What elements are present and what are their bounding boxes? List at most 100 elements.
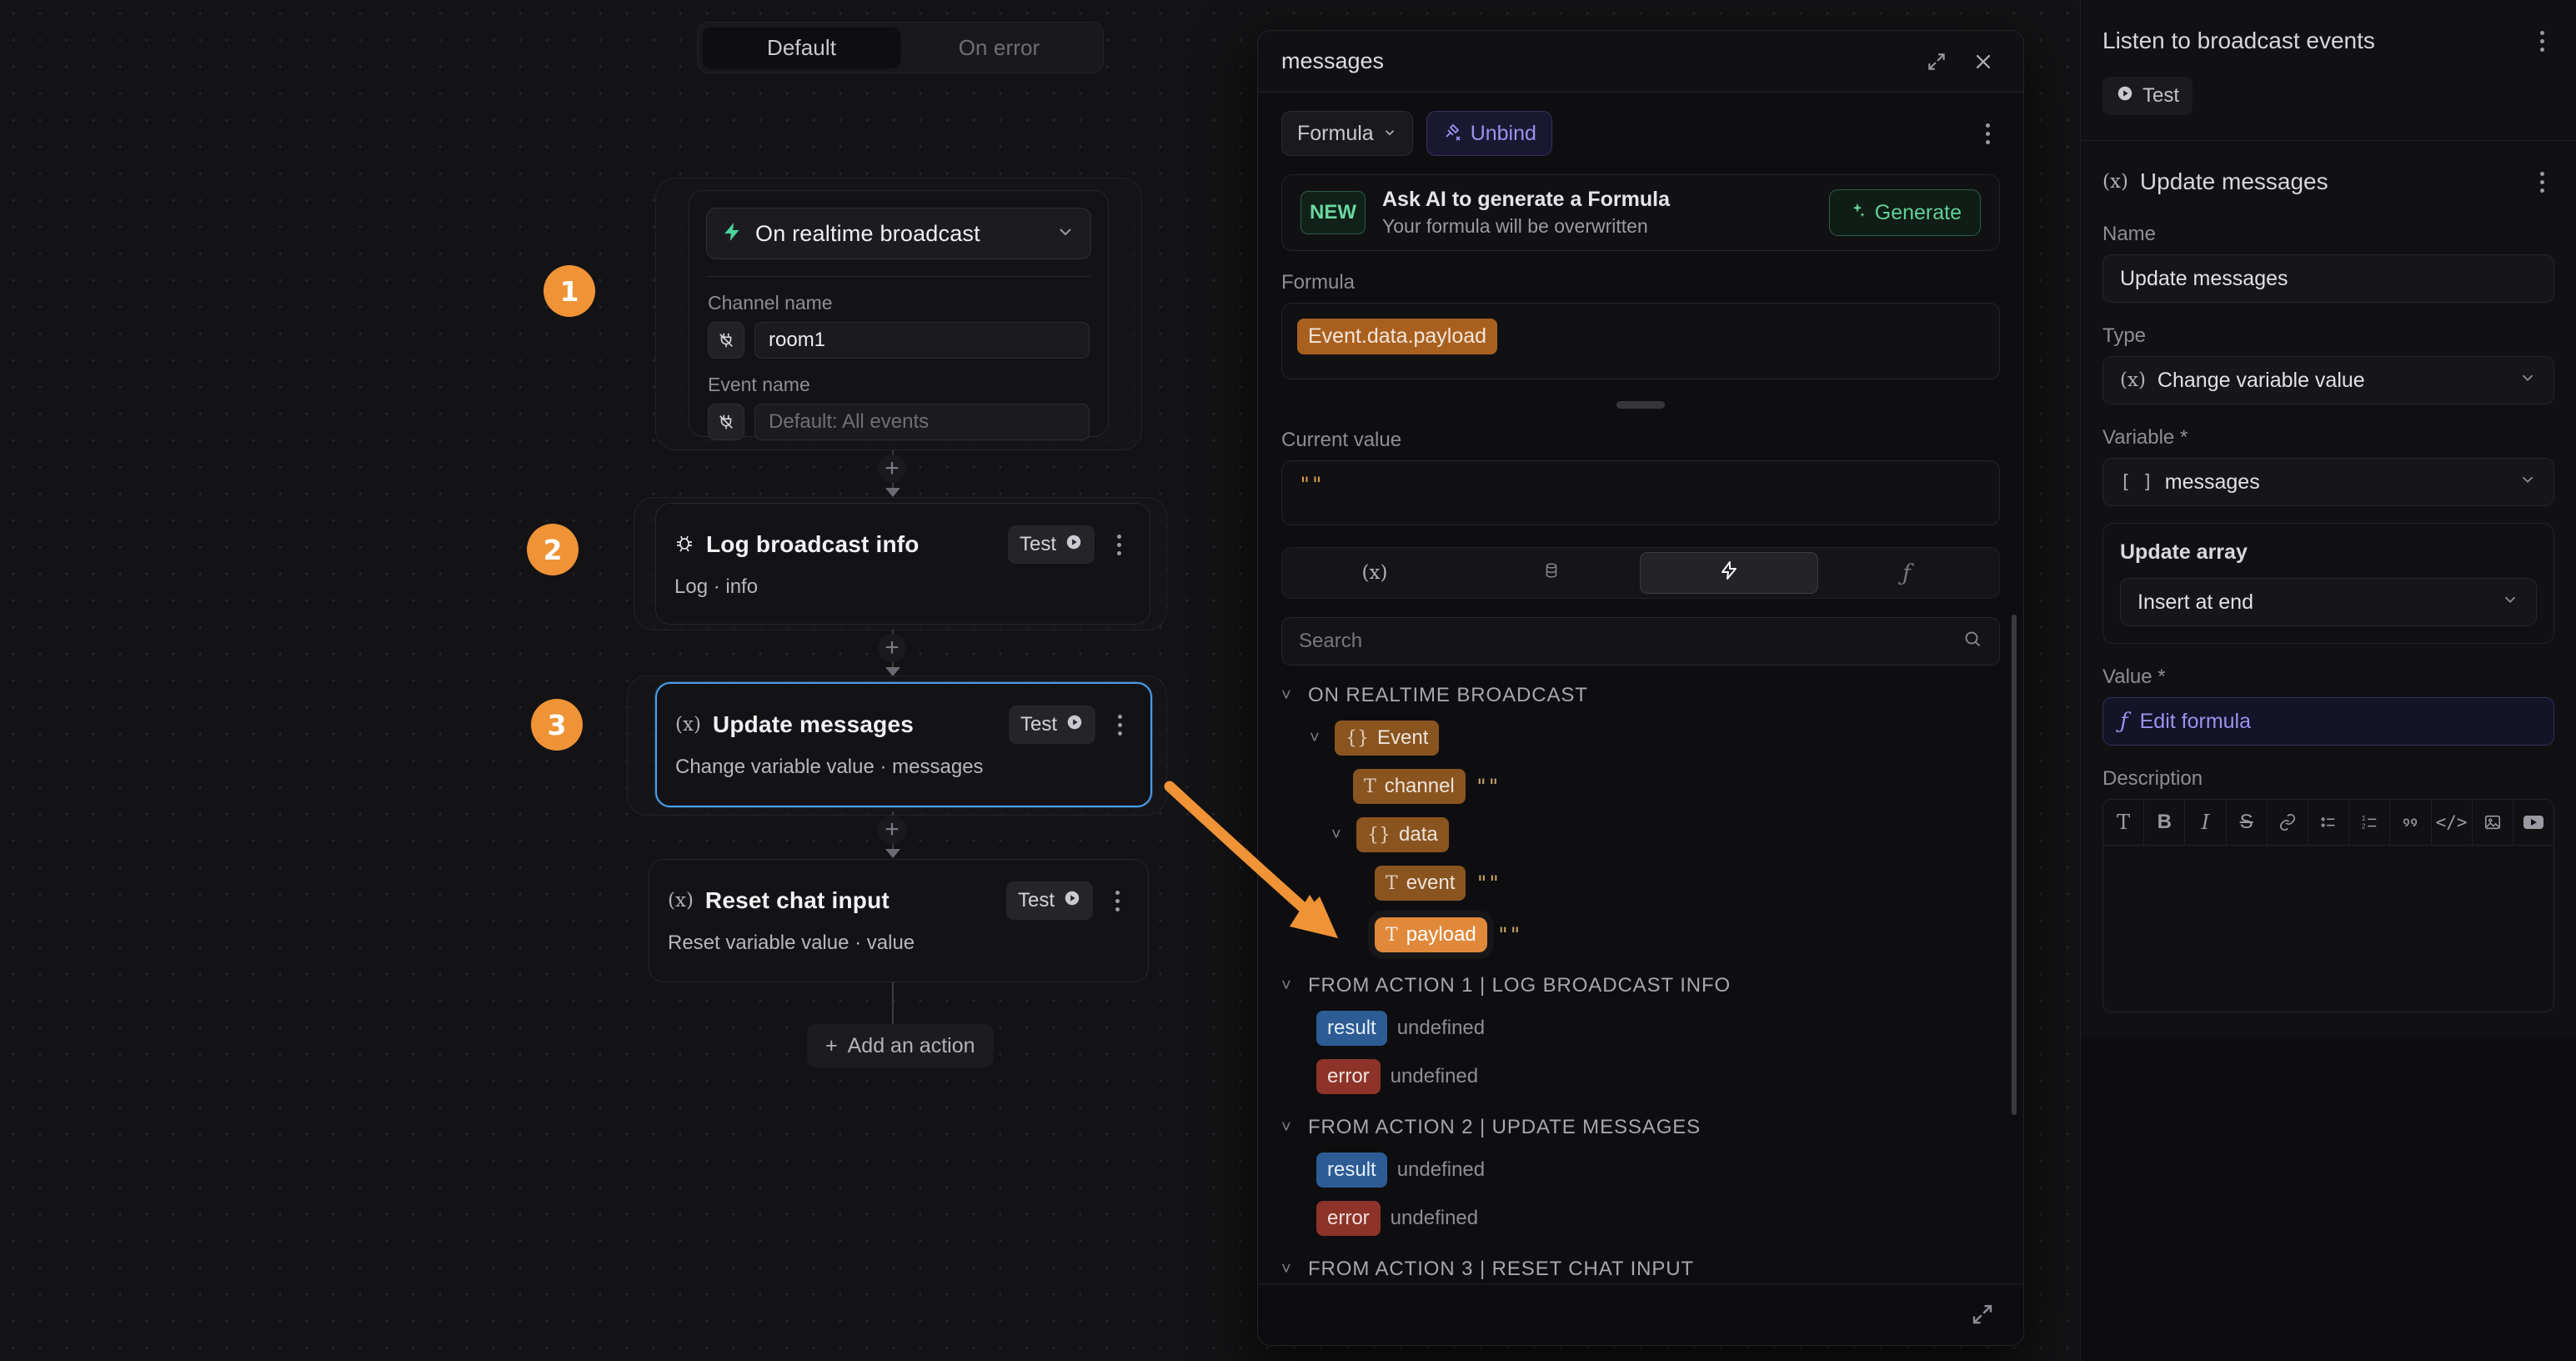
italic-icon[interactable]: I xyxy=(2185,800,2226,845)
trigger-type-select[interactable]: On realtime broadcast xyxy=(706,208,1091,259)
plug-icon[interactable] xyxy=(708,322,744,359)
event-name-input[interactable]: Default: All events xyxy=(754,404,1090,440)
plug-icon[interactable] xyxy=(708,404,744,440)
chevron-down-icon: ˅ xyxy=(1281,1118,1296,1138)
tree-chip-event-field[interactable]: T event xyxy=(1375,866,1466,901)
tree-group-header[interactable]: ˅ FROM ACTION 1 | LOG BROADCAST INFO xyxy=(1281,974,2000,997)
action-node-reset-chat-input[interactable]: (x) Reset chat input Test Reset variable… xyxy=(649,859,1149,982)
segment-variables[interactable]: (x) xyxy=(1286,552,1463,594)
bold-icon[interactable]: B xyxy=(2144,800,2185,845)
close-icon[interactable] xyxy=(1967,45,2000,78)
channel-name-input[interactable]: room1 xyxy=(754,322,1090,359)
tree-value: undefined xyxy=(1397,1017,1485,1040)
video-icon[interactable] xyxy=(2513,800,2553,845)
trigger-node[interactable]: On realtime broadcast Channel name room1… xyxy=(689,190,1109,437)
event-name-label: Event name xyxy=(708,374,1108,396)
quote-icon[interactable] xyxy=(2390,800,2431,845)
svg-text:2: 2 xyxy=(2362,822,2366,830)
tree-chip-payload[interactable]: T payload xyxy=(1375,917,1487,952)
kebab-menu-icon[interactable] xyxy=(1106,525,1131,564)
tree-value: undefined xyxy=(1391,1065,1478,1088)
resize-handle[interactable] xyxy=(1616,401,1665,409)
tree-chip-error[interactable]: error xyxy=(1316,1201,1381,1236)
search-input[interactable]: Search xyxy=(1281,617,2000,665)
tree-group-header[interactable]: ˅ FROM ACTION 3 | RESET CHAT INPUT xyxy=(1281,1258,2000,1281)
kebab-menu-icon[interactable] xyxy=(2529,163,2554,201)
description-rich-text-toolbar[interactable]: T B I S 12 </> xyxy=(2102,799,2554,846)
data-source-segmented-control[interactable]: (x) ƒ xyxy=(1281,547,2000,599)
expand-icon[interactable] xyxy=(1920,45,1953,78)
edit-formula-button[interactable]: ƒ Edit formula xyxy=(2102,697,2554,746)
insert-action-button-2[interactable]: + xyxy=(878,634,906,662)
type-select[interactable]: (x) Change variable value xyxy=(2102,356,2554,404)
tree-chip-result[interactable]: result xyxy=(1316,1153,1387,1188)
tab-default[interactable]: Default xyxy=(703,28,900,68)
event-name-row: Default: All events xyxy=(708,404,1090,440)
kebab-menu-icon[interactable] xyxy=(1975,114,2000,153)
tree-chip-result[interactable]: result xyxy=(1316,1011,1387,1046)
tree-chip-event[interactable]: {} Event xyxy=(1335,721,1439,756)
test-button[interactable]: Test xyxy=(1009,706,1095,744)
tree-row[interactable]: T event "" xyxy=(1281,866,2000,901)
strikethrough-icon[interactable]: S xyxy=(2227,800,2268,845)
image-icon[interactable] xyxy=(2473,800,2513,845)
segment-database[interactable] xyxy=(1463,552,1640,594)
insert-action-button-3[interactable]: + xyxy=(878,816,906,844)
tree-row[interactable]: T payload "" xyxy=(1281,917,2000,952)
new-badge: NEW xyxy=(1301,191,1366,234)
data-tree[interactable]: ˅ ON REALTIME BROADCAST ˅ {} Event T cha… xyxy=(1281,684,2000,1329)
link-icon[interactable] xyxy=(2268,800,2308,845)
kebab-menu-icon[interactable] xyxy=(1107,706,1132,744)
expand-icon[interactable] xyxy=(1963,1295,2002,1333)
variable-select[interactable]: [ ] messages xyxy=(2102,458,2554,506)
formula-token[interactable]: Event.data.payload xyxy=(1297,319,1497,354)
numbered-list-icon[interactable]: 12 xyxy=(2349,800,2390,845)
test-button[interactable]: Test xyxy=(1006,881,1093,920)
insert-action-button-1[interactable]: + xyxy=(878,455,906,483)
tree-row[interactable]: ˅ {} data xyxy=(1281,817,2000,852)
mode-select-formula[interactable]: Formula xyxy=(1281,111,1413,156)
database-icon xyxy=(1542,560,1561,586)
action-node-update-messages[interactable]: (x) Update messages Test Change variable… xyxy=(655,682,1152,807)
branch-tabs[interactable]: Default On error xyxy=(697,22,1104,73)
chevron-down-icon[interactable]: ˅ xyxy=(1310,729,1325,748)
ai-formula-promo: NEW Ask AI to generate a Formula Your fo… xyxy=(1281,174,2000,251)
tree-chip-data[interactable]: {} data xyxy=(1356,817,1449,852)
tree-group-header[interactable]: ˅ ON REALTIME BROADCAST xyxy=(1281,684,2000,707)
chevron-down-icon[interactable]: ˅ xyxy=(1331,826,1346,845)
code-icon[interactable]: </> xyxy=(2432,800,2473,845)
segment-events[interactable] xyxy=(1640,552,1818,594)
variable-paren-icon: (x) xyxy=(1362,562,1388,584)
tree-row[interactable]: error undefined xyxy=(1281,1059,2000,1094)
modal-scrollbar[interactable] xyxy=(2012,615,2017,1115)
tree-chip-error[interactable]: error xyxy=(1316,1059,1381,1094)
kebab-menu-icon[interactable] xyxy=(1105,881,1130,920)
action-header: Log broadcast info Test xyxy=(656,519,1150,570)
bullet-list-icon[interactable] xyxy=(2308,800,2349,845)
name-input[interactable]: Update messages xyxy=(2102,254,2554,303)
action-node-log-broadcast-info[interactable]: Log broadcast info Test Log · info xyxy=(655,503,1150,625)
formula-editor-modal[interactable]: messages Formula xyxy=(1257,30,2024,1346)
tree-row[interactable]: error undefined xyxy=(1281,1201,2000,1236)
tree-row[interactable]: T channel "" xyxy=(1281,769,2000,804)
tab-on-error[interactable]: On error xyxy=(900,28,1098,68)
tree-chip-channel[interactable]: T channel xyxy=(1353,769,1466,804)
tree-row[interactable]: result undefined xyxy=(1281,1011,2000,1046)
description-textarea[interactable] xyxy=(2102,846,2554,1012)
kebab-menu-icon[interactable] xyxy=(2529,22,2554,60)
test-button[interactable]: Test xyxy=(1008,525,1095,564)
play-icon xyxy=(1065,713,1084,737)
sidebar-test-button[interactable]: Test xyxy=(2102,77,2193,115)
unbind-button[interactable]: Unbind xyxy=(1426,111,1552,156)
add-action-button[interactable]: + Add an action xyxy=(807,1024,994,1067)
generate-button[interactable]: Generate xyxy=(1829,189,1981,236)
update-array-select[interactable]: Insert at end xyxy=(2120,578,2537,626)
formula-editor[interactable]: Event.data.payload xyxy=(1281,303,2000,379)
action-subtitle: Log · info xyxy=(656,575,1150,599)
tree-group-label: FROM ACTION 3 | RESET CHAT INPUT xyxy=(1308,1258,1694,1281)
segment-functions[interactable]: ƒ xyxy=(1818,552,1995,594)
text-icon[interactable]: T xyxy=(2103,800,2144,845)
tree-row[interactable]: ˅ {} Event xyxy=(1281,721,2000,756)
tree-group-header[interactable]: ˅ FROM ACTION 2 | UPDATE MESSAGES xyxy=(1281,1116,2000,1139)
tree-row[interactable]: result undefined xyxy=(1281,1153,2000,1188)
